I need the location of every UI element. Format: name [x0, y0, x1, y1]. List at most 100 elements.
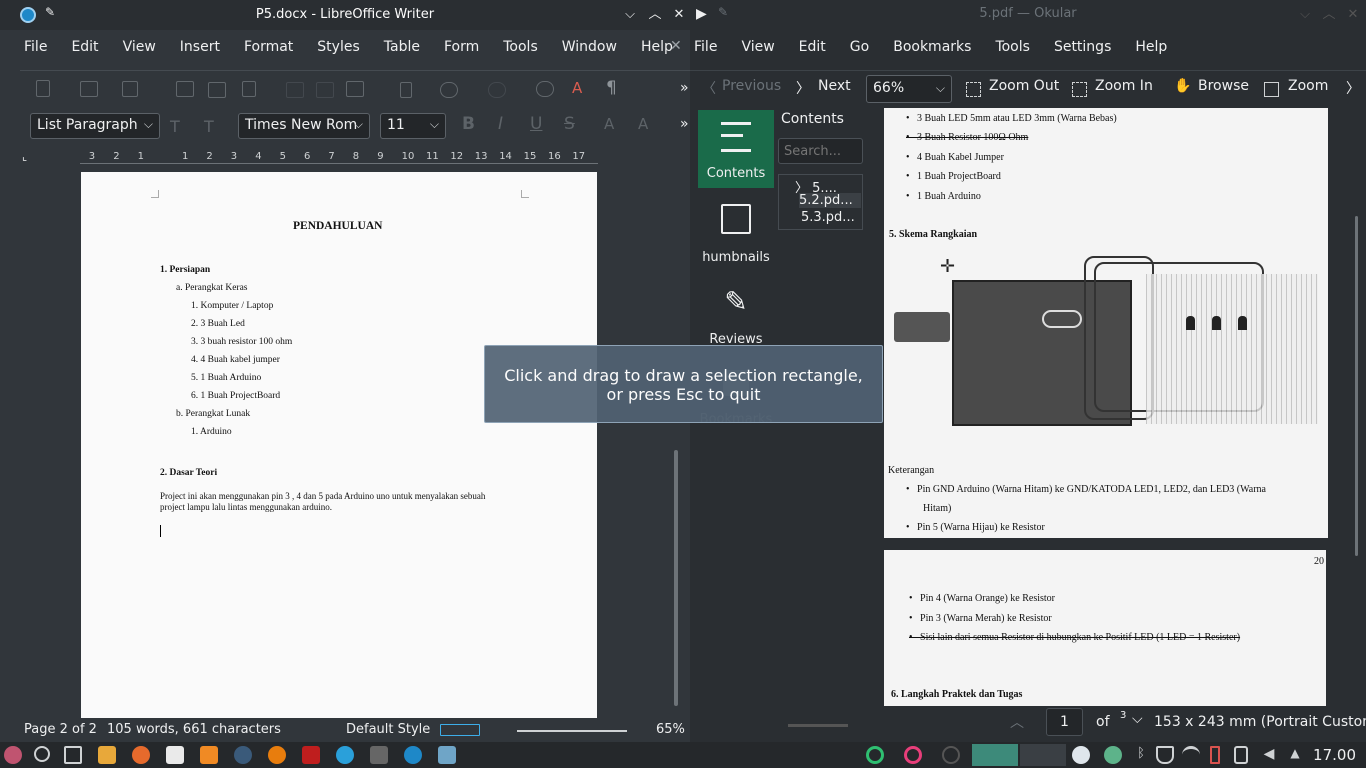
superscript-icon[interactable]: A	[604, 115, 614, 133]
document-page[interactable]: PENDAHULUAN 1. Persiapan a. Perangkat Ke…	[81, 172, 597, 718]
steam-icon[interactable]	[234, 746, 252, 764]
zoom-select[interactable]: 66% ⌵	[866, 75, 952, 103]
print-preview-icon[interactable]	[242, 81, 256, 97]
chevron-down-icon[interactable]: ⌵	[1132, 711, 1143, 727]
update-style-icon[interactable]: T	[170, 117, 180, 136]
zoom-out-button[interactable]: Zoom Out	[989, 78, 1059, 94]
find-replace-icon[interactable]	[536, 81, 554, 97]
spelling-icon[interactable]: A	[572, 79, 582, 97]
toolbar-more-button[interactable]: »	[680, 116, 689, 132]
menu-window[interactable]: Window	[550, 39, 629, 55]
tree-item-selected[interactable]: 5.2.pd...	[799, 193, 861, 208]
close-button[interactable]: ✕	[670, 6, 688, 24]
pdf-view[interactable]: • 3 Buah LED 5mm atau LED 3mm (Warna Beb…	[866, 108, 1352, 706]
zoom-tool-button[interactable]: Zoom	[1288, 78, 1328, 94]
new-style-icon[interactable]: T	[204, 117, 214, 136]
chevron-right-icon[interactable]: 〉	[796, 78, 810, 98]
zoom-tool-icon[interactable]	[1264, 82, 1279, 97]
writer-task-icon[interactable]	[404, 746, 422, 764]
wifi-icon[interactable]	[1182, 746, 1200, 764]
battery-icon[interactable]	[1210, 746, 1220, 764]
shield-icon[interactable]	[1156, 746, 1174, 764]
bold-icon[interactable]: B	[462, 114, 475, 134]
tray-ring-icon[interactable]	[942, 746, 960, 764]
firefox-icon[interactable]	[132, 746, 150, 764]
sublime-icon[interactable]	[200, 746, 218, 764]
maximize-button[interactable]: ︿	[646, 6, 664, 24]
okular-titlebar[interactable]: ▶ ✎ 5.pdf — Okular ⌵ ︿ ✕	[690, 0, 1366, 30]
paragraph-style-select[interactable]: List Paragraph ⌵	[30, 113, 160, 139]
word-count[interactable]: 105 words, 661 characters	[107, 722, 281, 737]
next-button[interactable]: Next	[818, 78, 851, 94]
contents-search-input[interactable]	[778, 138, 863, 164]
toolbar-more-button[interactable]: »	[680, 80, 689, 96]
bluetooth-icon[interactable]: ᛒ	[1132, 746, 1150, 764]
menu-format[interactable]: Format	[232, 39, 305, 55]
zoom-slider[interactable]	[517, 730, 627, 732]
zoom-percent[interactable]: 65%	[656, 722, 685, 737]
app-launcher-icon[interactable]	[4, 746, 22, 764]
subscript-icon[interactable]: A	[638, 115, 648, 133]
cut-icon[interactable]	[286, 82, 304, 98]
page-style[interactable]: Default Style	[346, 722, 430, 737]
blender-icon[interactable]	[268, 746, 286, 764]
menu-edit[interactable]: Edit	[59, 39, 110, 55]
search-icon[interactable]	[34, 746, 50, 762]
tab-thumbnails[interactable]: humbnails	[698, 194, 774, 272]
volume-icon[interactable]: ◀	[1260, 746, 1278, 764]
clone-formatting-icon[interactable]	[400, 82, 412, 98]
hand-icon[interactable]: ✋	[1174, 78, 1191, 94]
maximize-button[interactable]: ︿	[1320, 6, 1338, 24]
minimize-button[interactable]: ⌵	[1296, 6, 1314, 24]
menu-view[interactable]: View	[111, 39, 168, 55]
close-document-button[interactable]: ✕	[670, 38, 682, 54]
strikethrough-icon[interactable]: S	[564, 114, 575, 134]
view-layout-icon[interactable]	[440, 724, 480, 736]
clipboard-icon[interactable]	[1234, 746, 1248, 764]
menu-tools[interactable]: Tools	[983, 39, 1042, 55]
zoom-in-button[interactable]: Zoom In	[1095, 78, 1153, 94]
game-icon[interactable]	[370, 746, 388, 764]
menu-styles[interactable]: Styles	[305, 39, 371, 55]
zoom-out-icon[interactable]	[966, 82, 981, 97]
page-number-input[interactable]	[1046, 708, 1083, 736]
horizontal-ruler[interactable]: 3 2 1 1 2 3 4 5 6 7 8 9 10 11 12 13 14 15 16 17	[80, 148, 598, 166]
browse-button[interactable]: Browse	[1198, 78, 1249, 94]
tray-colorful-icon[interactable]	[1104, 746, 1122, 764]
menu-edit[interactable]: Edit	[787, 39, 838, 55]
tab-contents[interactable]: Contents	[698, 110, 774, 188]
print-icon[interactable]	[208, 82, 226, 98]
toolbar-more-icon[interactable]: 〉	[1346, 78, 1360, 98]
zoom-in-icon[interactable]	[1072, 82, 1087, 97]
notes-icon[interactable]	[166, 746, 184, 764]
chevron-up-icon[interactable]: ︿	[1010, 712, 1024, 732]
file-manager-icon[interactable]	[98, 746, 116, 764]
formatting-marks-icon[interactable]: ¶	[606, 78, 617, 98]
new-document-icon[interactable]	[36, 80, 50, 97]
page-count[interactable]: Page 2 of 2	[24, 722, 97, 737]
menu-form[interactable]: Form	[432, 39, 491, 55]
menu-table[interactable]: Table	[372, 39, 432, 55]
tray-circle-icon[interactable]	[866, 746, 884, 764]
menu-bookmarks[interactable]: Bookmarks	[881, 39, 983, 55]
copy-icon[interactable]	[316, 82, 334, 98]
writer-titlebar[interactable]: ✎ P5.docx - LibreOffice Writer ⌵ ︿ ✕	[0, 0, 690, 30]
underline-icon[interactable]: U	[530, 114, 542, 134]
filezilla-icon[interactable]	[302, 746, 320, 764]
tray-pie-icon[interactable]	[1072, 746, 1090, 764]
paste-icon[interactable]	[346, 81, 364, 97]
tab-stop-icon[interactable]: ⌞	[22, 150, 27, 163]
vertical-scrollbar[interactable]	[672, 150, 680, 716]
open-icon[interactable]	[80, 81, 98, 97]
clock[interactable]: 17.00	[1313, 746, 1356, 764]
menu-insert[interactable]: Insert	[168, 39, 232, 55]
tree-item[interactable]: 5.3.pd...	[801, 210, 855, 225]
menu-help[interactable]: Help	[1123, 39, 1179, 55]
menu-file[interactable]: File	[690, 39, 729, 55]
tray-expand-icon[interactable]: ▲	[1286, 746, 1304, 764]
save-icon[interactable]	[122, 81, 138, 97]
undo-icon[interactable]	[440, 82, 458, 98]
close-button[interactable]: ✕	[1344, 6, 1362, 24]
task-view-icon[interactable]	[64, 746, 82, 764]
export-pdf-icon[interactable]	[176, 81, 194, 97]
